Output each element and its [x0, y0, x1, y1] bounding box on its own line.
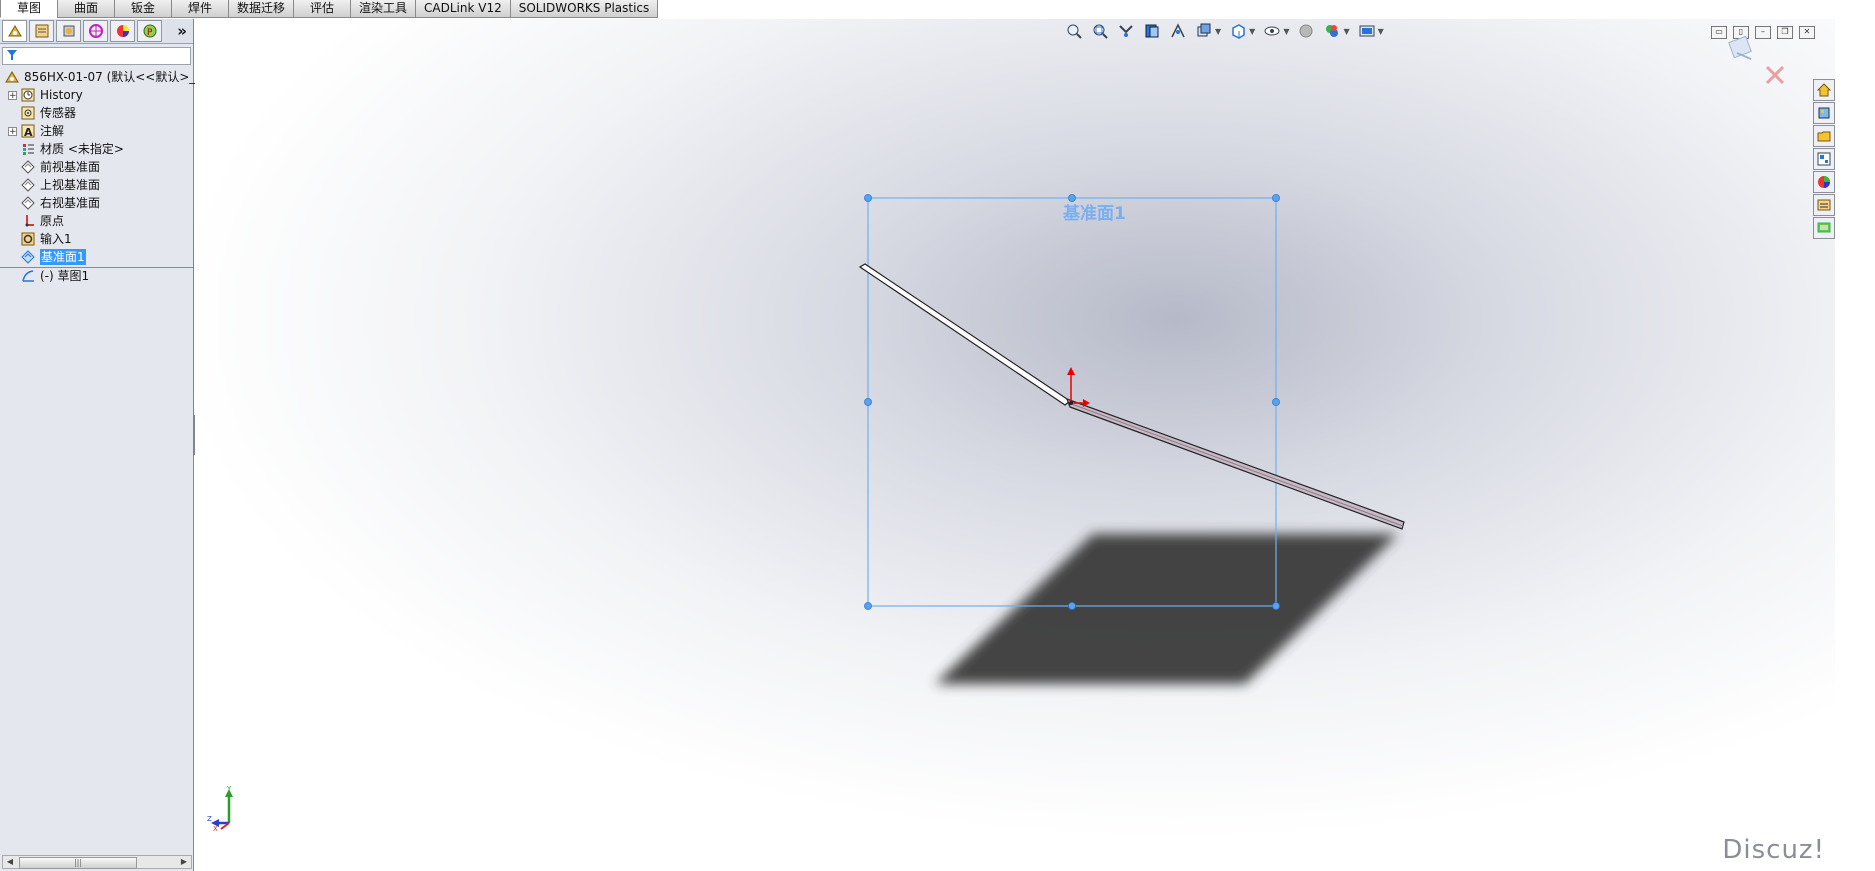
filter-icon	[7, 50, 17, 60]
svg-text:P: P	[147, 28, 153, 38]
sensor-icon	[20, 106, 36, 120]
material-icon	[20, 142, 36, 156]
plane-icon	[20, 196, 36, 210]
more-tabs-button[interactable]: »	[177, 22, 187, 40]
tree-item-sketch1[interactable]: (-) 草图1	[20, 268, 89, 284]
manager-tabs: P »	[0, 19, 193, 44]
feature-manager-panel: P » 856HX-01-07 (默认<<默认>_ + History 传感器	[0, 19, 195, 871]
expand-icon[interactable]: +	[8, 126, 17, 136]
tree-item-front-plane[interactable]: 前视基准面	[20, 159, 100, 175]
tree-filter-input[interactable]	[2, 47, 191, 65]
featuremanager-icon[interactable]	[2, 20, 27, 42]
tree-item-material[interactable]: 材质 <未指定>	[20, 141, 124, 157]
tree-item-label: 前视基准面	[40, 160, 101, 174]
annotation-icon: A	[20, 124, 36, 138]
tree-item-plane1[interactable]: 基准面1	[20, 249, 86, 265]
part-icon	[4, 70, 20, 84]
tab-solidworks-plastics[interactable]: SOLIDWORKS Plastics	[509, 0, 659, 18]
tree-item-label: 右视基准面	[40, 196, 101, 210]
triad-z-label: Z	[207, 815, 212, 823]
tree-item-label: 注解	[40, 124, 65, 138]
tree-item-annotations[interactable]: + A 注解	[8, 123, 64, 139]
tree-item-history[interactable]: + History	[8, 87, 83, 103]
plane-label: 基准面1	[1063, 204, 1126, 224]
model-scene	[858, 194, 1405, 684]
tree-root-part[interactable]: 856HX-01-07 (默认<<默认>_	[4, 69, 195, 85]
tab-weldments[interactable]: 焊件	[171, 0, 229, 18]
tab-data-migration[interactable]: 数据迁移	[228, 0, 295, 18]
expand-icon[interactable]: +	[8, 90, 17, 100]
scrollbar-thumb[interactable]: |||	[19, 857, 137, 869]
tree-item-label: 材质 <未指定>	[40, 142, 124, 156]
model-shadow	[935, 534, 1398, 684]
tree-item-label: History	[40, 88, 83, 102]
tab-surfaces[interactable]: 曲面	[57, 0, 115, 18]
forum-watermark: Discuz!	[1722, 835, 1825, 865]
tree-horizontal-scrollbar[interactable]: ◀ ||| ▶	[2, 855, 192, 869]
origin-marker	[1067, 367, 1090, 407]
sketch-icon	[20, 269, 36, 283]
tree-item-origin[interactable]: 原点	[20, 213, 64, 229]
svg-text:A: A	[24, 126, 33, 138]
tab-sheet-metal[interactable]: 钣金	[114, 0, 172, 18]
tree-item-top-plane[interactable]: 上视基准面	[20, 177, 100, 193]
tab-evaluate[interactable]: 评估	[293, 0, 352, 18]
graphics-area[interactable]: ▼ ▼ ▼ ▼ ▼ ▭ ▯ – ❐ ✕ 基准面1 Y Z X Discuz!	[195, 19, 1835, 871]
tree-item-label: 上视基准面	[40, 178, 101, 192]
tree-item-sensors[interactable]: 传感器	[20, 105, 76, 121]
imported-body-icon	[20, 232, 36, 246]
imported-body[interactable]	[858, 263, 1405, 530]
tree-item-right-plane[interactable]: 右视基准面	[20, 195, 100, 211]
triad-y-label: Y	[226, 785, 232, 793]
tree-root-label: 856HX-01-07 (默认<<默认>_	[24, 70, 196, 84]
origin-icon	[20, 214, 36, 228]
tree-item-label: (-) 草图1	[40, 269, 90, 283]
reference-triad: Y Z X	[207, 785, 233, 831]
tab-render-tools[interactable]: 渲染工具	[350, 0, 417, 18]
plane-icon	[20, 178, 36, 192]
history-icon	[20, 88, 36, 102]
tab-cadlink[interactable]: CADLink V12	[415, 0, 511, 18]
tree-item-label: 传感器	[40, 106, 77, 120]
scroll-left-icon[interactable]: ◀	[4, 856, 16, 868]
command-manager-tabs: 草图 曲面 钣金 焊件 数据迁移 评估 渲染工具 CADLink V12 SOL…	[0, 0, 659, 19]
tree-item-imported1[interactable]: 输入1	[20, 231, 72, 247]
configurationmanager-icon[interactable]	[56, 20, 81, 42]
scroll-right-icon[interactable]: ▶	[178, 856, 190, 868]
tree-item-label: 基准面1	[40, 249, 86, 265]
display-manager-icon[interactable]	[110, 20, 135, 42]
tab-sketch[interactable]: 草图	[0, 0, 58, 18]
triad-x-label: X	[213, 825, 218, 831]
tree-item-label: 输入1	[40, 232, 72, 246]
plane-selected-icon	[20, 250, 36, 264]
plane-icon	[20, 160, 36, 174]
tree-item-label: 原点	[40, 214, 65, 228]
dimxpert-icon[interactable]	[83, 20, 108, 42]
photoview-icon[interactable]: P	[137, 20, 162, 42]
propertymanager-icon[interactable]	[29, 20, 54, 42]
